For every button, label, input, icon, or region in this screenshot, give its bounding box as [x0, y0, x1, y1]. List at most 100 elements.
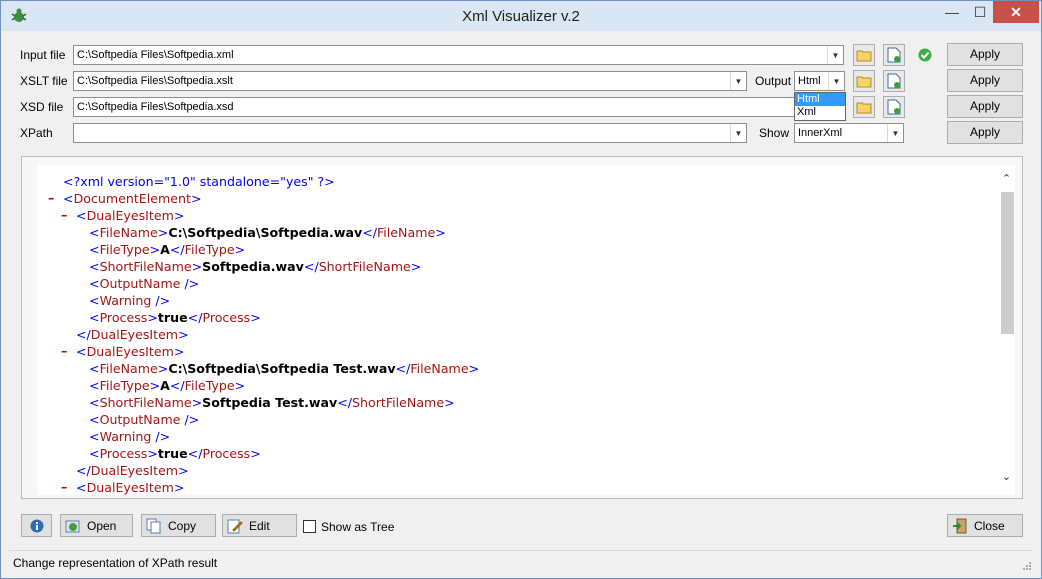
status-text: Change representation of XPath result: [13, 556, 218, 570]
info-button[interactable]: [21, 514, 52, 537]
xml-punct: >: [444, 395, 455, 410]
xml-tag-name: FileName: [99, 361, 158, 376]
new-input-button[interactable]: [883, 44, 905, 66]
collapse-node-icon[interactable]: –: [61, 207, 67, 222]
close-button-label: Close: [974, 518, 1005, 533]
copy-button-label: Copy: [168, 518, 197, 533]
apply-xsd-button[interactable]: Apply: [947, 95, 1023, 118]
xslt-file-combo[interactable]: C:\Softpedia Files\Softpedia.xslt ▼: [73, 71, 747, 91]
maximize-button[interactable]: ☐: [966, 1, 994, 23]
scroll-thumb[interactable]: [1001, 192, 1014, 334]
valid-check-icon: [918, 48, 932, 62]
collapse-node-icon[interactable]: –: [61, 479, 67, 494]
input-file-value: C:\Softpedia Files\Softpedia.xml: [77, 49, 234, 61]
chevron-down-icon[interactable]: ▼: [730, 72, 746, 90]
browse-xsd-button[interactable]: [853, 96, 875, 118]
xml-line: <DualEyesItem>: [76, 207, 184, 224]
chevron-down-icon[interactable]: ▼: [828, 72, 844, 90]
xml-punct: >: [234, 242, 246, 257]
exit-door-icon: [953, 518, 967, 533]
new-xslt-button[interactable]: [883, 70, 905, 92]
output-dropdown-list: Html Xml: [794, 92, 846, 121]
xml-view[interactable]: <?xml version="1.0" standalone="yes" ?> –…: [38, 165, 1010, 495]
edit-button-label: Edit: [249, 518, 270, 533]
xpath-combo[interactable]: ▼: [73, 123, 747, 143]
xml-punct: <: [89, 293, 100, 308]
browse-input-button[interactable]: [853, 44, 875, 66]
close-window-button[interactable]: ✕: [993, 1, 1039, 23]
xml-punct: <: [89, 395, 100, 410]
minimize-button[interactable]: —: [938, 1, 966, 23]
new-document-icon: [887, 73, 901, 89]
xml-punct: />: [180, 412, 200, 427]
xml-tag-name: FileType: [99, 242, 150, 257]
xml-line: <FileName>C:\Softpedia\Softpedia Test.wa…: [89, 360, 479, 377]
xml-tag-name: FileName: [99, 225, 158, 240]
close-button[interactable]: Close: [947, 514, 1023, 537]
xml-line: </DualEyesItem>: [76, 326, 189, 343]
folder-icon: [856, 102, 872, 114]
chevron-down-icon[interactable]: ▼: [827, 46, 843, 64]
xml-punct: <: [89, 225, 100, 240]
xml-line: <FileType>A</FileType>: [89, 377, 245, 394]
xml-punct: >: [178, 327, 189, 342]
xml-tag-name: DualEyesItem: [90, 327, 179, 342]
xml-line: <FileType>A</FileType>: [89, 241, 245, 258]
scroll-up-icon[interactable]: ⌃: [998, 170, 1015, 187]
vertical-scrollbar[interactable]: ⌃ ⌄: [998, 165, 1015, 495]
apply-xslt-button[interactable]: Apply: [947, 69, 1023, 92]
input-file-label: Input file: [20, 48, 66, 62]
xml-punct: >: [147, 310, 158, 325]
show-combo[interactable]: InnerXml ▼: [794, 123, 904, 143]
xslt-file-label: XSLT file: [20, 74, 68, 88]
show-as-tree-checkbox[interactable]: [303, 520, 316, 533]
open-button-label: Open: [87, 518, 117, 533]
open-button[interactable]: Open: [60, 514, 133, 537]
apply-xpath-button[interactable]: Apply: [947, 121, 1023, 144]
xml-tag-name: OutputName: [99, 276, 181, 291]
show-label: Show: [759, 126, 790, 140]
title-bar: Xml Visualizer v.2 — ☐ ✕: [1, 1, 1041, 31]
xml-tag-name: DualEyesItem: [86, 480, 174, 495]
xml-tag-name: OutputName: [99, 412, 181, 427]
xml-punct: <: [89, 361, 100, 376]
xml-punct: <: [89, 242, 100, 257]
xml-punct: >: [191, 259, 203, 274]
apply-input-button[interactable]: Apply: [947, 43, 1023, 66]
chevron-down-icon[interactable]: ▼: [730, 124, 746, 142]
output-option-html[interactable]: Html: [795, 93, 845, 106]
copy-button[interactable]: Copy: [141, 514, 216, 537]
xml-tag-name: DocumentElement: [73, 191, 191, 206]
xml-line: <DocumentElement>: [63, 190, 202, 207]
input-file-combo[interactable]: C:\Softpedia Files\Softpedia.xml ▼: [73, 45, 844, 65]
collapse-node-icon[interactable]: –: [61, 343, 67, 358]
output-combo[interactable]: Html ▼: [794, 71, 845, 91]
xml-tag-name: ShortFileName: [99, 259, 192, 274]
info-icon: [30, 519, 43, 532]
xml-punct: </: [337, 395, 353, 410]
edit-button[interactable]: Edit: [222, 514, 297, 537]
folder-icon: [856, 76, 872, 88]
xml-tag-name: FileType: [99, 378, 150, 393]
xsd-file-combo[interactable]: C:\Softpedia Files\Softpedia.xsd ▼: [73, 97, 844, 117]
xml-tag-name: Warning: [99, 429, 152, 444]
xml-tag-name: DualEyesItem: [90, 463, 179, 478]
scroll-down-icon[interactable]: ⌄: [998, 468, 1015, 485]
new-document-icon: [887, 47, 901, 63]
xml-tag-name: Process: [99, 446, 148, 461]
xml-punct: />: [151, 293, 171, 308]
resize-grip-icon[interactable]: [1021, 560, 1031, 570]
xml-text-value: true: [157, 446, 188, 461]
xml-line: <Process>true</Process>: [89, 309, 261, 326]
xml-punct: />: [151, 429, 171, 444]
browse-xslt-button[interactable]: [853, 70, 875, 92]
xml-text-value: C:\Softpedia\Softpedia.wav: [168, 225, 363, 240]
xml-text-value: Softpedia.wav: [202, 259, 304, 274]
collapse-node-icon[interactable]: –: [48, 190, 54, 205]
xml-line: <OutputName />: [89, 411, 199, 428]
output-option-xml[interactable]: Xml: [795, 106, 845, 119]
chevron-down-icon[interactable]: ▼: [887, 124, 903, 142]
new-xsd-button[interactable]: [883, 96, 905, 118]
xml-punct: >: [173, 208, 185, 223]
copy-icon: [146, 518, 161, 533]
